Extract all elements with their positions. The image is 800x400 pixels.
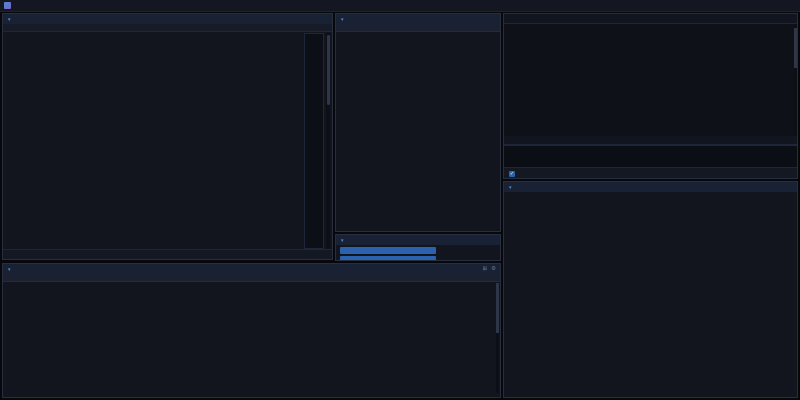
- code-scrollbar[interactable]: [794, 24, 797, 136]
- menu-bar: [0, 0, 800, 12]
- format-setting-row: [336, 255, 500, 261]
- byte-types-legend: [712, 202, 798, 250]
- data-inspector-title-bar[interactable]: ▼: [336, 14, 500, 24]
- byte-types-chart: [528, 196, 706, 296]
- pattern-data-grid-icon[interactable]: ⊞: [482, 266, 487, 272]
- data-information-title-bar[interactable]: ▼: [504, 182, 797, 192]
- collapse-triangle-icon[interactable]: ▼: [7, 267, 11, 272]
- console-output: [504, 145, 797, 167]
- pattern-code-editor[interactable]: [504, 24, 797, 136]
- scrollbar-thumb[interactable]: [327, 35, 330, 105]
- pattern-editor-tabs: [504, 14, 797, 24]
- pattern-data-panel: ▼ ⊞ ⚙: [2, 263, 501, 398]
- settings-title-bar[interactable]: ▼: [336, 235, 500, 245]
- collapse-triangle-icon[interactable]: ▼: [340, 238, 344, 243]
- hex-editor-panel: ▼: [2, 13, 333, 260]
- pattern-editor-panel: ✓: [503, 13, 798, 179]
- imhex-logo-icon: [4, 2, 11, 9]
- auto-evaluate-checkbox[interactable]: ✓: [509, 171, 515, 177]
- inspector-settings-panel: ▼: [335, 234, 501, 261]
- data-information-panel: ▼: [503, 181, 798, 398]
- evaluate-bar: ✓: [504, 167, 797, 179]
- console-tabs: [504, 136, 797, 145]
- hex-grid[interactable]: [3, 32, 332, 33]
- pattern-data-settings-icon[interactable]: ⚙: [491, 266, 496, 272]
- pattern-data-title-bar[interactable]: ▼ ⊞ ⚙: [3, 264, 500, 274]
- endian-toggle[interactable]: [340, 247, 436, 254]
- pattern-data-column-header: [3, 274, 500, 282]
- hex-editor-title-bar[interactable]: ▼: [3, 14, 332, 24]
- collapse-triangle-icon[interactable]: ▼: [508, 185, 512, 190]
- endian-setting-row: [336, 246, 500, 254]
- collapse-triangle-icon[interactable]: ▼: [7, 17, 11, 22]
- inspector-column-header: [336, 24, 500, 32]
- hex-footer: [3, 249, 332, 259]
- format-toggle[interactable]: [340, 256, 436, 262]
- hex-minimap[interactable]: [304, 33, 324, 249]
- scrollbar-thumb[interactable]: [794, 28, 797, 68]
- imhex-window: ▼ ▼ ▼: [0, 0, 800, 400]
- hex-column-header: [3, 24, 332, 32]
- hex-scrollbar[interactable]: [326, 33, 330, 249]
- collapse-triangle-icon[interactable]: ▼: [340, 17, 344, 22]
- data-inspector-panel: ▼: [335, 13, 501, 232]
- scrollbar-thumb[interactable]: [496, 283, 499, 333]
- entropy-chart: [528, 308, 794, 390]
- pattern-data-scrollbar[interactable]: [496, 283, 499, 393]
